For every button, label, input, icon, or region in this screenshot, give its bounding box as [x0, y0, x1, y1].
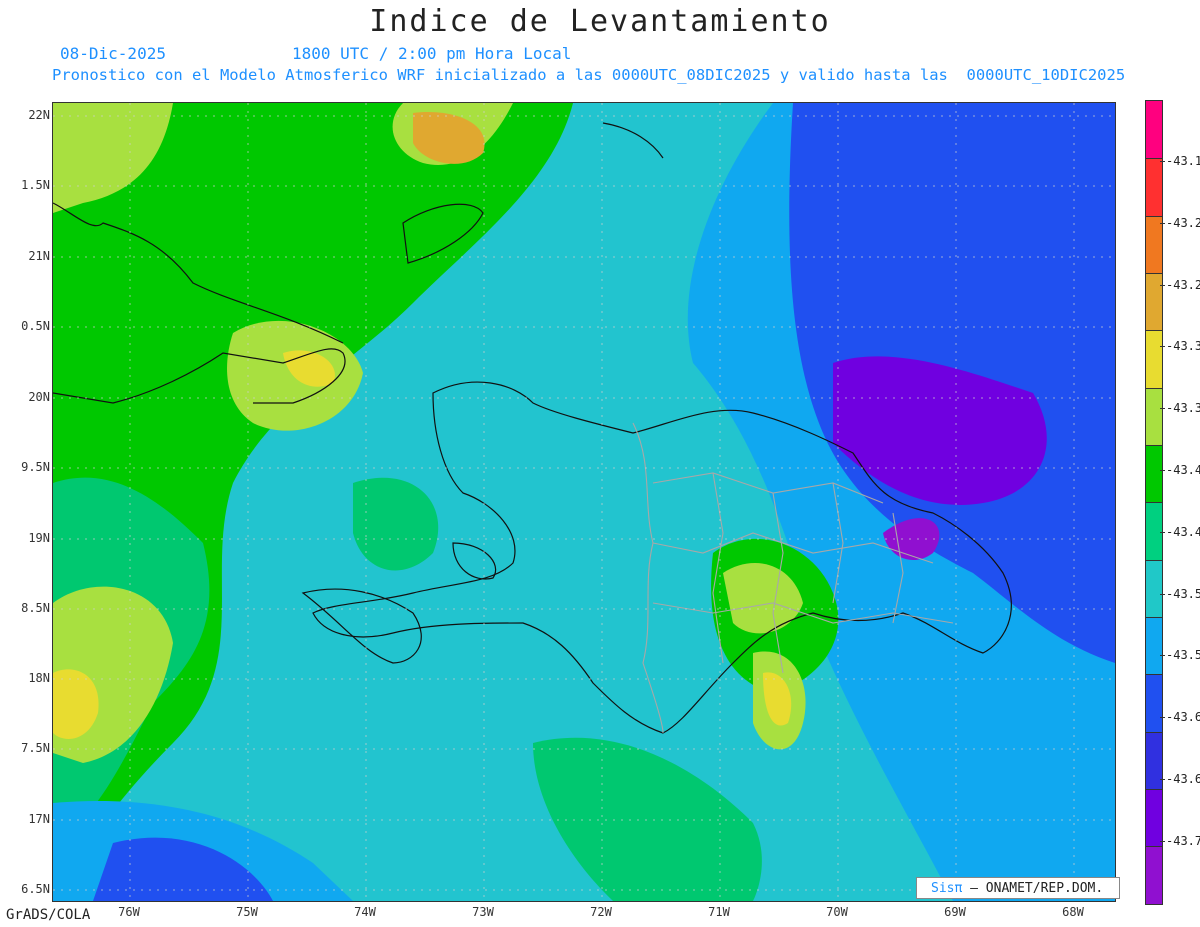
lat-label: 1.5N — [21, 178, 50, 192]
lat-label: 18N — [28, 671, 50, 685]
map-title: Indice de Levantamiento — [369, 4, 831, 39]
lon-label: 68W — [1062, 905, 1084, 919]
colorbar-label: -43.3 — [1159, 401, 1200, 415]
sispi-logo: Sisπ — [931, 881, 963, 896]
lon-label: 72W — [590, 905, 612, 919]
lon-label: 76W — [118, 905, 140, 919]
lon-label: 70W — [826, 905, 848, 919]
colorbar-label: -43.2 — [1159, 216, 1200, 230]
colorbar-segment — [1146, 674, 1162, 732]
colorbar-label: -43.5 — [1159, 587, 1200, 601]
colorbar-segment — [1146, 445, 1162, 503]
colorbar-segment — [1146, 731, 1162, 790]
colorbar-label: -43.5 — [1159, 648, 1200, 662]
colorbar-label: -43.7 — [1159, 834, 1200, 848]
credit-text: – ONAMET/REP.DOM. — [970, 881, 1104, 896]
lat-label: 21N — [28, 249, 50, 263]
field-map — [53, 103, 1115, 901]
lat-label: 17N — [28, 812, 50, 826]
lat-label: 0.5N — [21, 319, 50, 333]
colorbar-segment — [1146, 215, 1162, 274]
colorbar-label: -43.6 — [1159, 772, 1200, 786]
lat-label: 20N — [28, 390, 50, 404]
lat-label: 6.5N — [21, 882, 50, 896]
lon-label: 74W — [354, 905, 376, 919]
lat-label: 19N — [28, 531, 50, 545]
colorbar-label: -43.2 — [1159, 278, 1200, 292]
forecast-time: 1800 UTC / 2:00 pm Hora Local — [292, 44, 572, 63]
lon-label: 69W — [944, 905, 966, 919]
colorbar-segment — [1146, 617, 1162, 675]
grads-footer: GrADS/COLA — [6, 907, 91, 923]
lon-label: 71W — [708, 905, 730, 919]
colorbar-segment — [1146, 559, 1162, 618]
lat-label: 7.5N — [21, 741, 50, 755]
colorbar-segment — [1146, 330, 1162, 388]
forecast-info: Pronostico con el Modelo Atmosferico WRF… — [52, 66, 1126, 84]
lon-label: 73W — [472, 905, 494, 919]
lat-label: 8.5N — [21, 601, 50, 615]
colorbar-label: -43.4 — [1159, 525, 1200, 539]
colorbar-label: -43.3 — [1159, 339, 1200, 353]
colorbar-segment — [1146, 273, 1162, 331]
forecast-date: 08-Dic-2025 — [60, 44, 166, 63]
lon-label: 75W — [236, 905, 258, 919]
lat-label: 9.5N — [21, 460, 50, 474]
colorbar-label: -43.1 — [1159, 154, 1200, 168]
colorbar — [1145, 100, 1163, 905]
lat-label: 22N — [28, 108, 50, 122]
colorbar-label: -43.6 — [1159, 710, 1200, 724]
map-plot — [52, 102, 1116, 902]
colorbar-segment — [1146, 387, 1162, 446]
credit-box: Sisπ – ONAMET/REP.DOM. — [916, 877, 1120, 899]
colorbar-label: -43.4 — [1159, 463, 1200, 477]
colorbar-segment — [1146, 789, 1162, 847]
colorbar-segment — [1146, 101, 1162, 159]
colorbar-segment — [1146, 158, 1162, 216]
colorbar-segment — [1146, 846, 1162, 904]
